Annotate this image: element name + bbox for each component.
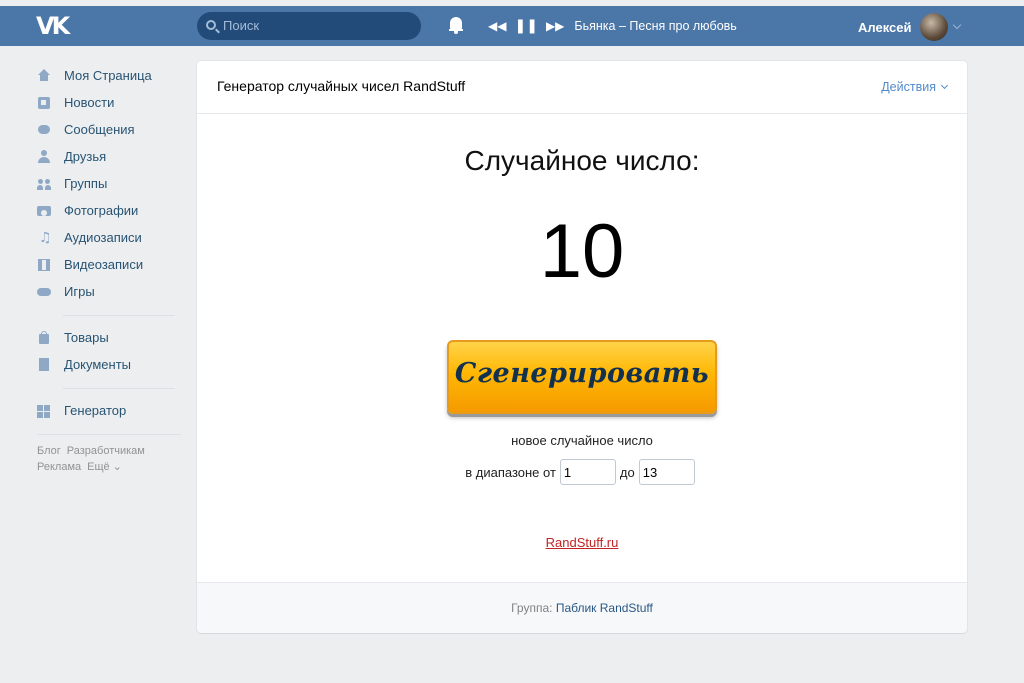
search-icon [206,20,216,30]
randstuff-link[interactable]: RandStuff.ru [197,535,967,550]
result-heading: Случайное число: [464,145,700,176]
news-icon [37,96,51,110]
actions-dropdown[interactable]: Действия [881,80,949,94]
vk-logo[interactable]: VK [36,14,72,38]
left-sidebar: Моя Страница Новости Сообщения Друзья Гр… [37,62,183,475]
music-note-icon: ♫ [39,229,52,246]
sidebar-item-generator[interactable]: Генератор [37,397,183,424]
chevron-down-icon [940,81,949,90]
range-to-input[interactable] [638,459,695,485]
pause-icon[interactable]: ❚❚ [514,18,537,34]
footer-prefix: Группа: [511,601,556,615]
gamepad-icon [37,285,51,299]
sidebar-item-label: Аудиозаписи [64,230,142,245]
sidebar-item-label: Генератор [64,403,127,418]
sidebar-item-label: Группы [64,176,108,191]
generate-button[interactable]: Сгенерировать [447,340,717,414]
sidebar-divider [37,434,181,435]
sidebar-item-audio[interactable]: ♫ Аудиозаписи [37,224,183,251]
ads-link[interactable]: Реклама [37,461,81,473]
search-input[interactable]: Поиск [197,12,421,40]
sidebar-footer-links: Блог Разработчикам Реклама Ещё ⌄ [37,443,183,475]
sidebar-item-label: Товары [64,330,109,345]
document-icon [37,357,51,372]
next-track-icon[interactable]: ▶▶ [546,19,564,33]
friends-icon [37,149,51,164]
sidebar-item-video[interactable]: Видеозаписи [37,251,183,278]
range-controls: в диапазоне от до [197,459,967,485]
chevron-down-icon [952,20,961,30]
app-card: Генератор случайных чисел RandStuff Дейс… [197,61,967,633]
sidebar-item-messages[interactable]: Сообщения [37,116,183,143]
film-icon [37,258,51,272]
sidebar-item-label: Моя Страница [64,68,152,83]
sidebar-item-my-page[interactable]: Моя Страница [37,62,183,89]
sidebar-item-groups[interactable]: Группы [37,170,183,197]
sidebar-item-documents[interactable]: Документы [37,351,183,378]
sidebar-item-goods[interactable]: Товары [37,324,183,351]
random-number: 10 [539,209,625,294]
current-track-title[interactable]: Бьянка – Песня про любовь [574,19,736,33]
sidebar-item-label: Документы [64,357,132,372]
generate-subtitle: новое случайное число [511,433,653,448]
top-header: VK Поиск ◀◀ ❚❚ ▶▶ Бьянка – Песня про люб… [0,6,1024,46]
avatar [919,13,948,41]
groups-icon [37,177,51,191]
sidebar-divider [63,388,175,389]
generate-button-label: Сгенерировать [454,358,710,389]
sidebar-item-friends[interactable]: Друзья [37,143,183,170]
sidebar-item-news[interactable]: Новости [37,89,183,116]
group-link[interactable]: Паблик RandStuff [556,601,653,615]
sidebar-item-label: Фотографии [64,203,139,218]
audio-player: ◀◀ ❚❚ ▶▶ Бьянка – Песня про любовь [488,17,737,35]
home-icon [37,68,51,83]
previous-track-icon[interactable]: ◀◀ [488,19,506,33]
sidebar-item-photos[interactable]: Фотографии [37,197,183,224]
search-placeholder: Поиск [223,18,260,33]
sidebar-divider [63,315,175,316]
range-to-label: до [619,464,635,480]
notifications-bell-icon[interactable] [449,17,463,34]
range-from-input[interactable] [559,459,616,485]
sidebar-item-label: Сообщения [64,122,135,137]
camera-icon [37,204,51,218]
app-title: Генератор случайных чисел RandStuff [217,78,466,94]
more-link[interactable]: Ещё ⌄ [87,461,122,473]
range-from-label: в диапазоне от [465,464,556,480]
user-menu[interactable]: Алексей [858,13,961,41]
messages-icon [37,123,51,137]
sidebar-item-games[interactable]: Игры [37,278,183,305]
sidebar-item-label: Друзья [64,149,107,164]
apps-grid-icon [37,404,51,418]
user-name: Алексей [858,19,912,35]
app-card-header: Генератор случайных чисел RandStuff Дейс… [197,61,967,114]
app-card-footer: Группа: Паблик RandStuff [197,582,967,633]
sidebar-item-label: Видеозаписи [64,257,144,272]
sidebar-item-label: Новости [64,95,115,110]
developers-link[interactable]: Разработчикам [67,445,145,457]
sidebar-item-label: Игры [64,284,95,299]
blog-link[interactable]: Блог [37,445,61,457]
actions-label: Действия [881,80,936,94]
bag-icon [37,330,51,345]
